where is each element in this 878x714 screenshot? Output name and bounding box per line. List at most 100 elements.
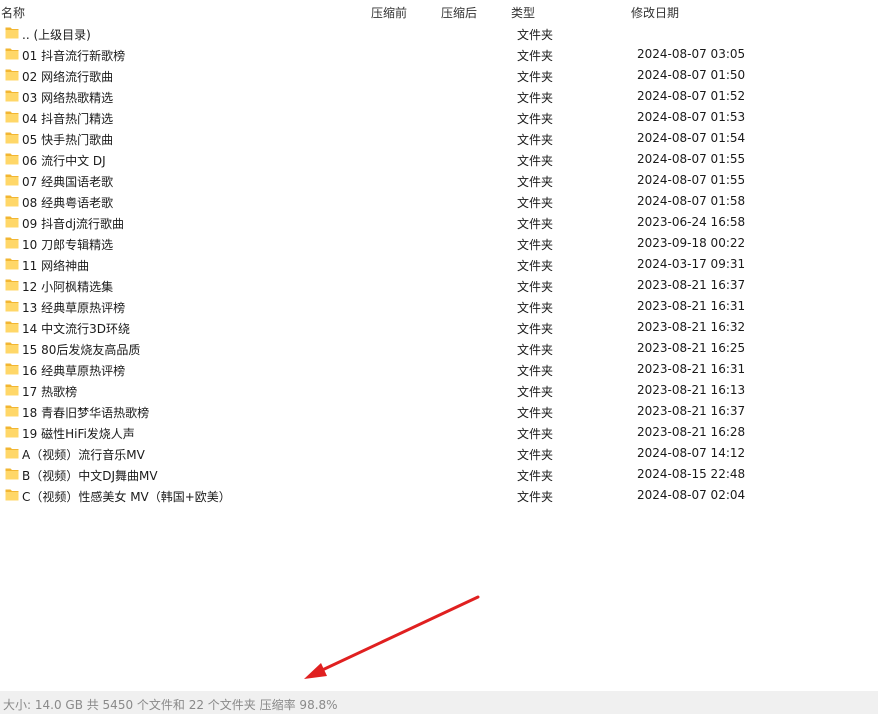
file-name: 14 中文流行3D环绕	[22, 322, 130, 336]
file-name: 18 青春旧梦华语热歌榜	[22, 406, 150, 420]
folder-icon	[5, 363, 19, 375]
file-name: 11 网络神曲	[22, 259, 90, 273]
file-type: 文件夹	[517, 385, 554, 399]
column-header: 名称 压缩前 压缩后 类型 修改日期	[0, 0, 878, 22]
modified-date: 2024-08-07 03:05	[637, 47, 746, 61]
modified-date: 2023-08-21 16:31	[637, 362, 746, 376]
file-type: 文件夹	[517, 322, 554, 336]
column-header-after-size[interactable]: 压缩后	[441, 4, 477, 21]
list-item[interactable]: 10 刀郎专辑精选 文件夹 2023-09-18 00:22	[0, 233, 878, 254]
file-type: 文件夹	[517, 364, 554, 378]
list-item[interactable]: 09 抖音dj流行歌曲 文件夹 2023-06-24 16:58	[0, 212, 878, 233]
list-item[interactable]: C（视频）性感美女 MV（韩国+欧美） 文件夹 2024-08-07 02:04	[0, 485, 878, 506]
list-item[interactable]: 19 磁性HiFi发烧人声 文件夹 2023-08-21 16:28	[0, 422, 878, 443]
file-type: 文件夹	[517, 301, 554, 315]
file-name: 04 抖音热门精选	[22, 112, 114, 126]
modified-date: 2024-08-07 02:04	[637, 488, 746, 502]
file-type: 文件夹	[517, 49, 554, 63]
file-name: 03 网络热歌精选	[22, 91, 114, 105]
list-item[interactable]: 03 网络热歌精选 文件夹 2024-08-07 01:52	[0, 86, 878, 107]
file-type: 文件夹	[517, 280, 554, 294]
file-name: B（视频）中文DJ舞曲MV	[22, 469, 158, 483]
folder-icon	[5, 90, 19, 102]
folder-icon	[5, 153, 19, 165]
folder-icon	[5, 489, 19, 501]
list-item[interactable]: 04 抖音热门精选 文件夹 2024-08-07 01:53	[0, 107, 878, 128]
modified-date: 2023-08-21 16:37	[637, 278, 746, 292]
file-name: A（视频）流行音乐MV	[22, 448, 145, 462]
folder-icon	[5, 48, 19, 60]
folder-icon	[5, 300, 19, 312]
modified-date: 2024-08-07 01:54	[637, 131, 746, 145]
file-name: 13 经典草原热评榜	[22, 301, 126, 315]
file-type: 文件夹	[517, 427, 554, 441]
column-header-name[interactable]: 名称	[1, 4, 25, 21]
file-name: 05 快手热门歌曲	[22, 133, 114, 147]
list-item[interactable]: 06 流行中文 DJ 文件夹 2024-08-07 01:55	[0, 149, 878, 170]
list-item[interactable]: 16 经典草原热评榜 文件夹 2023-08-21 16:31	[0, 359, 878, 380]
modified-date: 2024-08-07 01:58	[637, 194, 746, 208]
modified-date: 2024-08-07 01:50	[637, 68, 746, 82]
status-text: 大小: 14.0 GB 共 5450 个文件和 22 个文件夹 压缩率 98.8…	[3, 698, 338, 712]
list-item[interactable]: 15 80后发烧友高品质 文件夹 2023-08-21 16:25	[0, 338, 878, 359]
file-type: 文件夹	[517, 154, 554, 168]
list-item[interactable]: 05 快手热门歌曲 文件夹 2024-08-07 01:54	[0, 128, 878, 149]
modified-date: 2023-08-21 16:32	[637, 320, 746, 334]
file-type: 文件夹	[517, 91, 554, 105]
file-type: 文件夹	[517, 133, 554, 147]
file-type: 文件夹	[517, 112, 554, 126]
list-item[interactable]: 07 经典国语老歌 文件夹 2024-08-07 01:55	[0, 170, 878, 191]
modified-date: 2024-08-07 01:55	[637, 152, 746, 166]
column-header-before-size[interactable]: 压缩前	[371, 4, 407, 21]
file-name: 15 80后发烧友高品质	[22, 343, 141, 357]
list-item[interactable]: 08 经典粤语老歌 文件夹 2024-08-07 01:58	[0, 191, 878, 212]
file-type: 文件夹	[517, 175, 554, 189]
list-item[interactable]: 18 青春旧梦华语热歌榜 文件夹 2023-08-21 16:37	[0, 401, 878, 422]
modified-date: 2024-03-17 09:31	[637, 257, 746, 271]
file-type: 文件夹	[517, 406, 554, 420]
folder-icon	[5, 111, 19, 123]
status-bar: 大小: 14.0 GB 共 5450 个文件和 22 个文件夹 压缩率 98.8…	[0, 691, 878, 714]
modified-date: 2024-08-07 14:12	[637, 446, 746, 460]
modified-date: 2024-08-07 01:55	[637, 173, 746, 187]
column-header-date[interactable]: 修改日期	[631, 4, 679, 21]
file-name: C（视频）性感美女 MV（韩国+欧美）	[22, 490, 231, 504]
modified-date: 2024-08-15 22:48	[637, 467, 746, 481]
file-type: 文件夹	[517, 448, 554, 462]
file-type: 文件夹	[517, 469, 554, 483]
folder-icon	[5, 468, 19, 480]
file-name: 07 经典国语老歌	[22, 175, 114, 189]
folder-icon	[5, 69, 19, 81]
file-type: 文件夹	[517, 490, 554, 504]
list-item[interactable]: A（视频）流行音乐MV 文件夹 2024-08-07 14:12	[0, 443, 878, 464]
file-name: 02 网络流行歌曲	[22, 70, 114, 84]
list-item[interactable]: .. (上级目录) 文件夹	[0, 23, 878, 44]
modified-date: 2023-06-24 16:58	[637, 215, 746, 229]
list-item[interactable]: 02 网络流行歌曲 文件夹 2024-08-07 01:50	[0, 65, 878, 86]
modified-date: 2023-08-21 16:31	[637, 299, 746, 313]
list-item[interactable]: 17 热歌榜 文件夹 2023-08-21 16:13	[0, 380, 878, 401]
file-type: 文件夹	[517, 28, 554, 42]
file-name: .. (上级目录)	[22, 28, 91, 42]
file-type: 文件夹	[517, 70, 554, 84]
file-name: 17 热歌榜	[22, 385, 78, 399]
column-header-type[interactable]: 类型	[511, 4, 535, 21]
list-item[interactable]: 14 中文流行3D环绕 文件夹 2023-08-21 16:32	[0, 317, 878, 338]
list-item[interactable]: 13 经典草原热评榜 文件夹 2023-08-21 16:31	[0, 296, 878, 317]
folder-icon	[5, 174, 19, 186]
folder-icon	[5, 426, 19, 438]
list-item[interactable]: 01 抖音流行新歌榜 文件夹 2024-08-07 03:05	[0, 44, 878, 65]
file-type: 文件夹	[517, 196, 554, 210]
folder-icon	[5, 405, 19, 417]
folder-icon	[5, 216, 19, 228]
list-item[interactable]: B（视频）中文DJ舞曲MV 文件夹 2024-08-15 22:48	[0, 464, 878, 485]
folder-icon	[5, 195, 19, 207]
file-name: 01 抖音流行新歌榜	[22, 49, 126, 63]
file-name: 08 经典粤语老歌	[22, 196, 114, 210]
list-item[interactable]: 11 网络神曲 文件夹 2024-03-17 09:31	[0, 254, 878, 275]
folder-icon	[5, 342, 19, 354]
file-type: 文件夹	[517, 217, 554, 231]
list-item[interactable]: 12 小阿枫精选集 文件夹 2023-08-21 16:37	[0, 275, 878, 296]
file-name: 06 流行中文 DJ	[22, 154, 106, 168]
modified-date: 2023-08-21 16:37	[637, 404, 746, 418]
